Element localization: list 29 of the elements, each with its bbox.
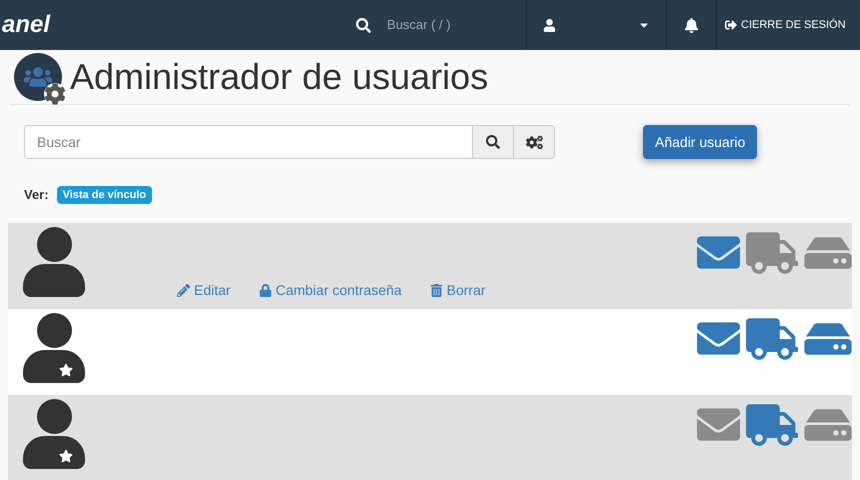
truck-icon[interactable]	[746, 402, 798, 446]
trash-icon	[430, 284, 443, 296]
pencil-icon	[177, 284, 190, 296]
add-user-button[interactable]: Añadir usuario	[643, 125, 758, 159]
truck-icon[interactable]	[746, 230, 798, 274]
search-icon[interactable]	[356, 18, 372, 32]
user-row[interactable]: Editar Cambiar contraseña Borrar	[8, 222, 852, 308]
view-label: Ver:	[24, 186, 49, 204]
logout-button[interactable]: CIERRE DE SESIÓN	[716, 0, 860, 50]
action-link[interactable]: Borrar	[430, 280, 486, 300]
action-link[interactable]: Cambiar contraseña	[258, 280, 402, 300]
action-link[interactable]: Editar	[177, 280, 231, 300]
search-button[interactable]	[473, 125, 513, 159]
view-badge[interactable]: Vista de vínculo	[56, 186, 152, 204]
settings-button[interactable]	[513, 125, 555, 159]
user-row[interactable]	[8, 308, 852, 394]
user-avatar-icon	[23, 226, 85, 296]
search-field[interactable]: Buscar	[24, 125, 473, 159]
page-title: Administrador de usuarios	[70, 55, 488, 99]
truck-icon[interactable]	[746, 316, 798, 360]
user-row[interactable]	[8, 394, 852, 480]
lock-icon	[258, 284, 272, 296]
gears-icon	[526, 134, 542, 150]
search-field[interactable]: Buscar ( / )	[387, 15, 451, 35]
logout-icon	[725, 19, 738, 31]
bell-icon[interactable]	[684, 18, 700, 32]
search-icon	[486, 135, 500, 149]
user-icon[interactable]	[543, 18, 556, 32]
logo[interactable]: anel	[2, 7, 50, 43]
